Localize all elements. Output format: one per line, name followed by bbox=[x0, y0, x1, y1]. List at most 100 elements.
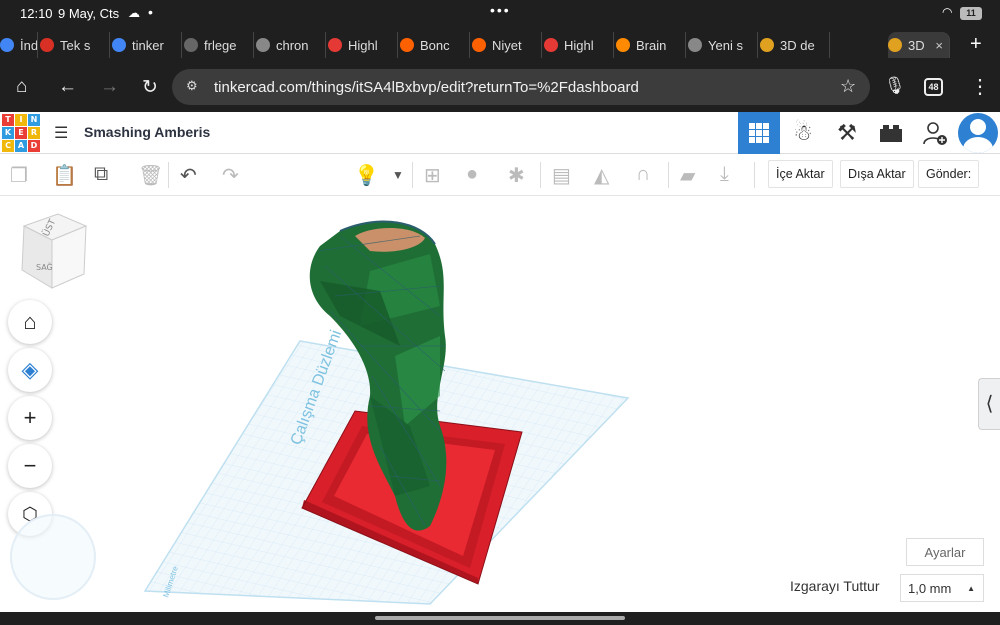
zoom-in-button[interactable]: + bbox=[8, 396, 52, 440]
chrome-icon bbox=[0, 38, 14, 52]
lightbulb-icon[interactable]: 💡 bbox=[354, 163, 379, 188]
home-icon[interactable]: ⌂ bbox=[16, 76, 27, 98]
lego-bricks-button[interactable] bbox=[870, 112, 912, 154]
brain-icon bbox=[616, 38, 630, 52]
notification-dot-icon: • bbox=[148, 4, 153, 20]
tab-switcher-button[interactable]: 48 bbox=[924, 78, 943, 96]
tab-label: Highl bbox=[348, 37, 378, 53]
view-cube[interactable]: ÜST SAĞ bbox=[18, 212, 90, 292]
cruise-icon[interactable]: ▰ bbox=[680, 163, 695, 188]
cloud-icon: ☁ bbox=[128, 6, 140, 20]
address-bar[interactable]: ⚙ tinkercad.com/things/itSA4lBxbvp/edit?… bbox=[172, 69, 870, 105]
chrome-icon bbox=[256, 38, 270, 52]
browser-tab[interactable]: Niyet bbox=[472, 32, 542, 58]
logo-letter: I bbox=[15, 114, 27, 126]
multitask-dots-icon[interactable]: ••• bbox=[490, 2, 511, 18]
tab-label: chron bbox=[276, 37, 309, 53]
browser-tab[interactable]: chron bbox=[256, 32, 326, 58]
gmail-icon bbox=[40, 38, 54, 52]
tab-label: frlege bbox=[204, 37, 237, 53]
browser-tab-strip: İndiri Tek s tinker frlege chron Highl Bonc Niy… bbox=[0, 28, 1000, 62]
blocks-view-button[interactable]: ☃ bbox=[782, 112, 824, 154]
redo-icon[interactable]: ↷ bbox=[222, 163, 239, 188]
tab-label: İndiri bbox=[20, 37, 38, 53]
browser-tab[interactable]: 3D × bbox=[888, 32, 950, 58]
url-text[interactable]: tinkercad.com/things/itSA4lBxbvp/edit?re… bbox=[214, 79, 639, 96]
mirror-icon[interactable]: ◭ bbox=[594, 163, 609, 188]
home-indicator[interactable] bbox=[375, 616, 625, 620]
google-icon bbox=[112, 38, 126, 52]
invite-user-button[interactable] bbox=[914, 112, 956, 154]
snap-grid-select[interactable]: 1,0 mm ▲ bbox=[900, 574, 984, 602]
menu-list-icon[interactable]: ☰ bbox=[54, 123, 68, 143]
logo-letter: D bbox=[28, 140, 40, 152]
minus-icon: − bbox=[23, 453, 37, 478]
export-button[interactable]: Dışa Aktar bbox=[840, 160, 914, 188]
tinkercad-icon bbox=[760, 38, 774, 52]
close-tab-icon[interactable]: × bbox=[935, 38, 943, 53]
tinkercad-icon bbox=[888, 38, 902, 52]
browser-tab[interactable]: Bonc bbox=[400, 32, 470, 58]
drop-icon[interactable]: ⤓ bbox=[720, 163, 729, 186]
browser-tab[interactable]: Tek s bbox=[40, 32, 110, 58]
tab-label: Tek s bbox=[60, 37, 91, 53]
status-time: 12:10 bbox=[20, 6, 53, 21]
copy-icon[interactable]: ❐ bbox=[10, 163, 28, 188]
bookmark-star-icon[interactable]: ☆ bbox=[840, 76, 856, 97]
pickaxe-icon: ⚒ bbox=[837, 120, 857, 145]
browser-tab[interactable]: 3D de bbox=[760, 32, 830, 58]
browser-tab[interactable]: Brain bbox=[616, 32, 686, 58]
chevron-down-icon[interactable]: ▼ bbox=[392, 168, 404, 182]
fit-view-icon: ◈ bbox=[21, 357, 39, 382]
align-icon[interactable]: ▤ bbox=[552, 163, 571, 188]
scene-svg[interactable]: Çalışma Düzlemi Milimetre bbox=[0, 196, 1000, 612]
chevron-left-icon: ⟨ bbox=[985, 393, 994, 415]
site-icon bbox=[328, 38, 342, 52]
import-button[interactable]: İçe Aktar bbox=[768, 160, 833, 188]
duplicate-icon[interactable]: ⧉ bbox=[94, 163, 108, 186]
tab-label: 3D bbox=[908, 37, 925, 53]
hole-solid-icon[interactable]: ✱ bbox=[508, 163, 525, 188]
paste-icon[interactable]: 📋 bbox=[52, 163, 77, 188]
logo-letter: T bbox=[2, 114, 14, 126]
orbit-control[interactable] bbox=[10, 514, 96, 600]
logo-letter: A bbox=[15, 140, 27, 152]
viewcube-side-label[interactable]: SAĞ bbox=[36, 261, 53, 272]
project-title[interactable]: Smashing Amberis bbox=[84, 124, 210, 140]
send-to-button[interactable]: Gönder: bbox=[918, 160, 980, 188]
browser-tab[interactable]: Highl bbox=[328, 32, 398, 58]
browser-tab[interactable]: frlege bbox=[184, 32, 254, 58]
delete-icon[interactable]: 🗑 bbox=[138, 163, 163, 188]
home-view-button[interactable]: ⌂ bbox=[8, 300, 52, 344]
logo-letter: E bbox=[15, 127, 27, 139]
tab-label: Brain bbox=[636, 37, 667, 53]
ungroup-icon[interactable]: ● bbox=[466, 163, 478, 186]
reload-icon[interactable]: ↻ bbox=[142, 76, 158, 99]
status-date: 9 May, Cts bbox=[58, 6, 120, 21]
browser-tab[interactable]: Highl bbox=[544, 32, 614, 58]
back-icon[interactable]: ← bbox=[58, 76, 77, 98]
fit-view-button[interactable]: ◈ bbox=[8, 348, 52, 392]
browser-menu-icon[interactable]: ⋮ bbox=[970, 74, 990, 99]
microphone-icon[interactable]: 🎙 bbox=[884, 76, 906, 96]
bricks-view-button[interactable]: ⚒ bbox=[826, 112, 868, 154]
magnet-icon[interactable]: ∩ bbox=[636, 163, 650, 186]
undo-icon[interactable]: ↶ bbox=[180, 163, 197, 188]
group-icon[interactable]: ⊞ bbox=[424, 163, 441, 188]
avatar[interactable] bbox=[958, 113, 998, 153]
browser-tab[interactable]: İndiri bbox=[0, 32, 38, 58]
shapes-panel-toggle[interactable]: ⟨ bbox=[978, 378, 1000, 430]
tinkercad-logo[interactable]: TIN KER CAD bbox=[2, 114, 40, 152]
workplane-canvas[interactable]: Çalışma Düzlemi Milimetre ÜST SAĞ ⌂ ◈ + … bbox=[0, 196, 1000, 612]
browser-tab[interactable]: tinker bbox=[112, 32, 182, 58]
browser-tab[interactable]: Yeni s bbox=[688, 32, 758, 58]
site-settings-icon[interactable]: ⚙ bbox=[186, 78, 198, 94]
forward-icon[interactable]: → bbox=[100, 76, 119, 98]
settings-button[interactable]: Ayarlar bbox=[906, 538, 984, 566]
new-tab-button[interactable]: + bbox=[970, 33, 982, 56]
tab-label: 3D de bbox=[780, 37, 815, 53]
logo-letter: K bbox=[2, 127, 14, 139]
3d-design-view-button[interactable] bbox=[738, 112, 780, 154]
brick-icon bbox=[880, 125, 902, 142]
zoom-out-button[interactable]: − bbox=[8, 444, 52, 488]
